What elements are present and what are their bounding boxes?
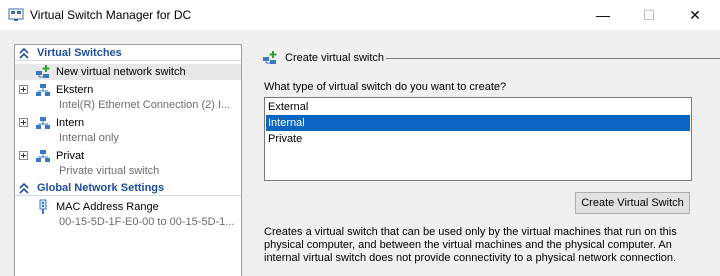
switch-type-listbox[interactable]: External Internal Private — [264, 97, 692, 181]
description-line: physical computer, and between the virtu… — [264, 239, 672, 251]
tree-item-privat[interactable]: Privat — [15, 148, 241, 164]
collapse-chevron-icon — [19, 47, 29, 59]
window-title: Virtual Switch Manager for DC — [30, 8, 192, 22]
global-network-settings-label: Global Network Settings — [37, 182, 165, 194]
mac-address-icon — [39, 199, 47, 214]
panel-title: Create virtual switch — [285, 52, 385, 64]
switch-tree-panel: Virtual Switches New virtual network swi… — [14, 44, 242, 276]
global-network-settings-header[interactable]: Global Network Settings — [15, 181, 241, 196]
tree-item-label: Ekstern — [56, 84, 94, 96]
header-divider — [386, 58, 720, 59]
create-virtual-switch-button[interactable]: Create Virtual Switch — [575, 192, 690, 214]
switch-description: Creates a virtual switch that can be use… — [264, 226, 704, 265]
option-private[interactable]: Private — [266, 131, 690, 147]
tree-item-ekstern[interactable]: Ekstern — [15, 82, 241, 98]
network-switch-icon — [36, 117, 50, 129]
virtual-switch-app-icon — [8, 8, 24, 21]
option-internal[interactable]: Internal — [266, 115, 690, 131]
tree-item-label: Intern — [56, 117, 85, 129]
tree-item-sublabel: Internal only — [59, 132, 119, 144]
expand-plus-icon[interactable] — [19, 85, 28, 94]
tree-item-privat-detail: Private virtual switch — [15, 163, 241, 179]
tree-item-sublabel: Intel(R) Ethernet Connection (2) I... — [59, 99, 231, 111]
close-button[interactable]: ✕ — [672, 0, 718, 30]
description-line: Creates a virtual switch that can be use… — [264, 226, 677, 238]
tree-item-mac-detail: 00-15-5D-1F-E0-00 to 00-15-5D-1... — [15, 214, 241, 230]
tree-item-intern-detail: Internal only — [15, 130, 241, 146]
tree-item-label: Privat — [56, 150, 85, 162]
add-switch-icon — [263, 51, 277, 64]
network-switch-icon — [36, 84, 50, 96]
add-switch-icon — [36, 65, 50, 78]
tree-item-sublabel: Private virtual switch — [59, 165, 160, 177]
description-line: internal virtual switch does not provide… — [264, 252, 677, 264]
collapse-chevron-icon — [19, 182, 29, 194]
minimize-button[interactable]: — — [580, 0, 626, 30]
tree-item-ekstern-detail: Intel(R) Ethernet Connection (2) I... — [15, 97, 241, 113]
tree-item-intern[interactable]: Intern — [15, 115, 241, 131]
create-switch-header: Create virtual switch — [252, 44, 720, 72]
option-external[interactable]: External — [266, 99, 690, 115]
tree-item-label: New virtual network switch — [56, 66, 186, 78]
tree-item-sublabel: 00-15-5D-1F-E0-00 to 00-15-5D-1... — [59, 216, 235, 228]
tree-item-mac-address-range[interactable]: MAC Address Range — [15, 199, 241, 215]
virtual-switches-header[interactable]: Virtual Switches — [15, 46, 241, 61]
maximize-button[interactable]: ☐ — [626, 0, 672, 30]
expand-plus-icon[interactable] — [19, 151, 28, 160]
title-bar: Virtual Switch Manager for DC — ☐ ✕ — [0, 0, 720, 30]
expand-plus-icon[interactable] — [19, 118, 28, 127]
network-switch-icon — [36, 150, 50, 162]
virtual-switches-label: Virtual Switches — [37, 47, 122, 59]
tree-item-new-switch[interactable]: New virtual network switch — [15, 64, 241, 80]
tree-item-label: MAC Address Range — [56, 201, 159, 213]
switch-type-question: What type of virtual switch do you want … — [264, 81, 507, 93]
